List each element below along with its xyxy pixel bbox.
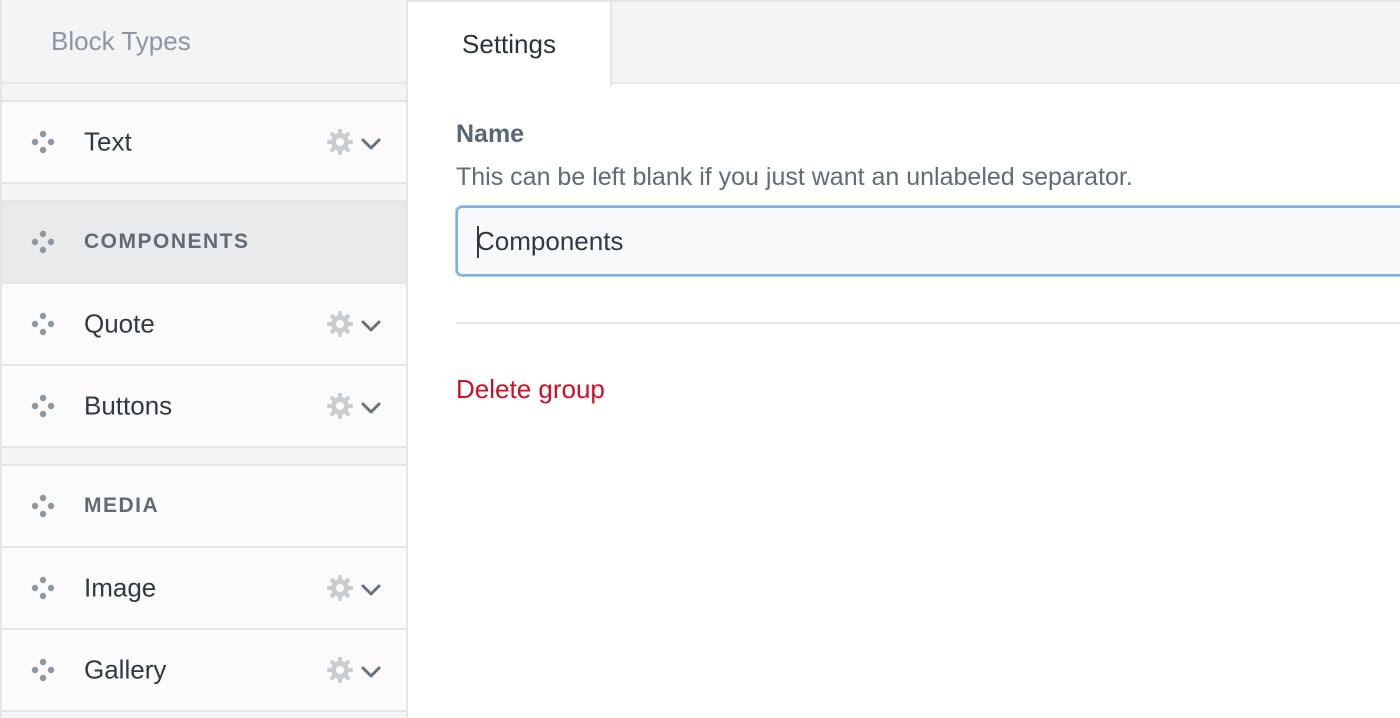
sidebar-item-buttons[interactable]: Buttons bbox=[2, 366, 406, 448]
tab-bar: Settings bbox=[408, 0, 1400, 86]
gear-icon[interactable] bbox=[326, 656, 354, 684]
settings-form: Name This can be left blank if you just … bbox=[456, 120, 1400, 405]
sidebar-title: Block Types bbox=[2, 0, 406, 84]
sidebar-item-label: Image bbox=[84, 572, 157, 603]
sidebar-item-quote[interactable]: Quote bbox=[2, 284, 406, 366]
sidebar-item-image[interactable]: Image bbox=[2, 548, 406, 630]
sidebar-spacer bbox=[2, 84, 406, 102]
move-icon[interactable] bbox=[29, 128, 57, 156]
sidebar-item-gallery[interactable]: Gallery bbox=[2, 630, 406, 712]
sidebar-item-label: Text bbox=[84, 126, 132, 157]
sidebar-group-components[interactable]: COMPONENTS bbox=[2, 202, 406, 284]
move-icon[interactable] bbox=[29, 656, 57, 684]
chevron-down-icon[interactable] bbox=[359, 578, 383, 602]
move-icon[interactable] bbox=[29, 392, 57, 420]
name-input-value: Components bbox=[476, 225, 624, 256]
name-field-hint: This can be left blank if you just want … bbox=[456, 163, 1133, 191]
sidebar-item-label: Buttons bbox=[84, 390, 173, 421]
move-icon[interactable] bbox=[29, 228, 57, 256]
move-icon[interactable] bbox=[29, 310, 57, 338]
name-field-label: Name bbox=[456, 120, 525, 148]
name-input[interactable]: Components bbox=[456, 206, 1400, 276]
sidebar-group-media[interactable]: MEDIA bbox=[2, 466, 406, 548]
gear-icon[interactable] bbox=[326, 310, 354, 338]
text-caret bbox=[477, 226, 479, 258]
block-types-sidebar: Block Types Text COMPONENTS Quote Button… bbox=[0, 0, 408, 718]
sidebar-group-label: COMPONENTS bbox=[84, 230, 250, 253]
settings-panel: Settings Name This can be left blank if … bbox=[408, 0, 1400, 718]
gear-icon[interactable] bbox=[326, 574, 354, 602]
app-window: Block Types Text COMPONENTS Quote Button… bbox=[0, 0, 1400, 718]
tab-settings[interactable]: Settings bbox=[408, 2, 612, 86]
sidebar-item-text[interactable]: Text bbox=[2, 102, 406, 184]
sidebar-item-label: Quote bbox=[84, 308, 155, 339]
gear-icon[interactable] bbox=[326, 128, 354, 156]
gear-icon[interactable] bbox=[326, 392, 354, 420]
divider bbox=[456, 322, 1400, 324]
sidebar-spacer bbox=[2, 448, 406, 466]
chevron-down-icon[interactable] bbox=[359, 660, 383, 684]
sidebar-item-label: Gallery bbox=[84, 654, 167, 685]
chevron-down-icon[interactable] bbox=[359, 396, 383, 420]
sidebar-spacer bbox=[2, 184, 406, 202]
delete-group-link[interactable]: Delete group bbox=[456, 374, 605, 405]
move-icon[interactable] bbox=[29, 492, 57, 520]
chevron-down-icon[interactable] bbox=[359, 132, 383, 156]
sidebar-group-label: MEDIA bbox=[84, 494, 160, 517]
chevron-down-icon[interactable] bbox=[359, 314, 383, 338]
move-icon[interactable] bbox=[29, 574, 57, 602]
